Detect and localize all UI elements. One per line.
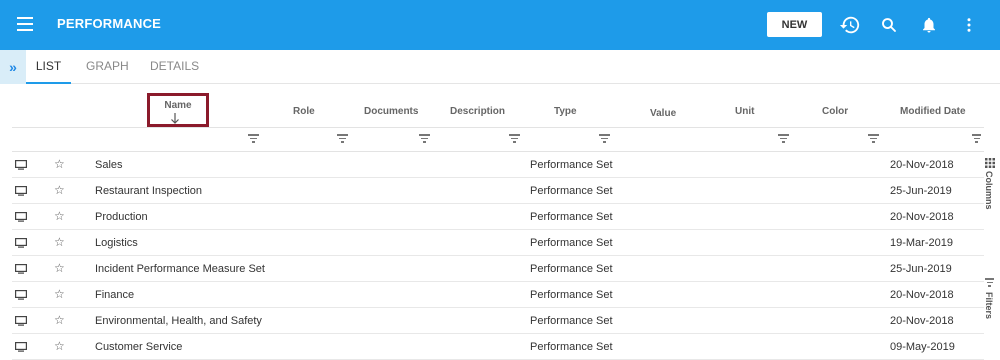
- table-row[interactable]: ☆ Sales Performance Set 20-Nov-2018: [12, 152, 984, 178]
- column-header-type[interactable]: Type: [554, 106, 577, 117]
- filter-icon[interactable]: [868, 134, 879, 144]
- filter-icon[interactable]: [337, 134, 348, 144]
- history-icon[interactable]: [838, 13, 862, 37]
- row-type: Performance Set: [530, 289, 613, 301]
- star-outline-icon[interactable]: ☆: [54, 209, 65, 223]
- monitor-icon[interactable]: [15, 212, 27, 222]
- table-row[interactable]: ☆ Environmental, Health, and Safety Perf…: [12, 308, 984, 334]
- monitor-icon[interactable]: [15, 316, 27, 326]
- row-modified: 20-Nov-2018: [890, 159, 954, 171]
- table-row[interactable]: ☆ Incident Performance Measure Set Perfo…: [12, 256, 984, 282]
- double-chevron-right-icon[interactable]: »: [0, 50, 26, 84]
- column-header-unit[interactable]: Unit: [735, 106, 754, 117]
- row-type: Performance Set: [530, 341, 613, 353]
- monitor-icon[interactable]: [15, 186, 27, 196]
- more-vertical-icon[interactable]: [957, 13, 981, 37]
- row-name[interactable]: Incident Performance Measure Set: [95, 263, 265, 275]
- table-row[interactable]: ☆ Production Performance Set 20-Nov-2018: [12, 204, 984, 230]
- monitor-icon[interactable]: [15, 264, 27, 274]
- filter-icon[interactable]: [778, 134, 789, 144]
- row-name[interactable]: Customer Service: [95, 341, 182, 353]
- filter-icon[interactable]: [248, 134, 259, 144]
- page-title: PERFORMANCE: [57, 16, 162, 31]
- tab-list[interactable]: LIST: [26, 50, 71, 84]
- column-header-modified-date[interactable]: Modified Date: [900, 106, 966, 117]
- grid-icon[interactable]: [985, 158, 995, 168]
- row-name[interactable]: Sales: [95, 159, 123, 171]
- star-outline-icon[interactable]: ☆: [54, 183, 65, 197]
- column-header-value[interactable]: Value: [650, 108, 676, 119]
- columns-panel-toggle[interactable]: Columns: [984, 171, 994, 210]
- monitor-icon[interactable]: [15, 238, 27, 248]
- tab-bar: » LIST GRAPH DETAILS: [0, 50, 1000, 84]
- column-header-name[interactable]: Name: [147, 100, 209, 111]
- row-type: Performance Set: [530, 315, 613, 327]
- row-type: Performance Set: [530, 237, 613, 249]
- row-name[interactable]: Logistics: [95, 237, 138, 249]
- filter-icon[interactable]: [509, 134, 520, 144]
- row-modified: 20-Nov-2018: [890, 211, 954, 223]
- row-modified: 19-Mar-2019: [890, 237, 953, 249]
- monitor-icon[interactable]: [15, 342, 27, 352]
- monitor-icon[interactable]: [15, 160, 27, 170]
- filter-icon[interactable]: [971, 134, 982, 144]
- row-name[interactable]: Finance: [95, 289, 134, 301]
- column-header-description[interactable]: Description: [450, 106, 505, 117]
- search-icon[interactable]: [877, 13, 901, 37]
- filter-icon[interactable]: [599, 134, 610, 144]
- star-outline-icon[interactable]: ☆: [54, 313, 65, 327]
- side-tool-panel: Columns Filters: [982, 152, 1000, 360]
- row-name[interactable]: Production: [95, 211, 148, 223]
- table-row[interactable]: ☆ Restaurant Inspection Performance Set …: [12, 178, 984, 204]
- app-bar: PERFORMANCE NEW: [0, 0, 1000, 50]
- star-outline-icon[interactable]: ☆: [54, 235, 65, 249]
- tab-graph[interactable]: GRAPH: [86, 50, 129, 84]
- row-modified: 20-Nov-2018: [890, 289, 954, 301]
- row-type: Performance Set: [530, 263, 613, 275]
- row-modified: 09-May-2019: [890, 341, 955, 353]
- table-row[interactable]: ☆ Finance Performance Set 20-Nov-2018: [12, 282, 984, 308]
- row-name[interactable]: Environmental, Health, and Safety: [95, 315, 262, 327]
- row-type: Performance Set: [530, 211, 613, 223]
- bell-icon[interactable]: [917, 13, 941, 37]
- filters-panel-toggle[interactable]: Filters: [984, 292, 994, 319]
- monitor-icon[interactable]: [15, 290, 27, 300]
- table-row[interactable]: ☆ Customer Service Performance Set 09-Ma…: [12, 334, 984, 360]
- column-header-documents[interactable]: Documents: [364, 106, 418, 117]
- star-outline-icon[interactable]: ☆: [54, 157, 65, 171]
- filter-icon[interactable]: [419, 134, 430, 144]
- star-outline-icon[interactable]: ☆: [54, 261, 65, 275]
- arrow-down-icon[interactable]: [170, 112, 180, 124]
- column-header-role[interactable]: Role: [293, 106, 315, 117]
- column-header-color[interactable]: Color: [822, 106, 848, 117]
- row-type: Performance Set: [530, 159, 613, 171]
- row-name[interactable]: Restaurant Inspection: [95, 185, 202, 197]
- row-type: Performance Set: [530, 185, 613, 197]
- row-modified: 20-Nov-2018: [890, 315, 954, 327]
- tab-details[interactable]: DETAILS: [150, 50, 199, 84]
- new-button[interactable]: NEW: [767, 12, 822, 37]
- row-modified: 25-Jun-2019: [890, 185, 952, 197]
- hamburger-icon[interactable]: [17, 17, 33, 31]
- star-outline-icon[interactable]: ☆: [54, 287, 65, 301]
- table-row[interactable]: ☆ Logistics Performance Set 19-Mar-2019: [12, 230, 984, 256]
- star-outline-icon[interactable]: ☆: [54, 339, 65, 353]
- header-divider: [12, 127, 984, 128]
- row-modified: 25-Jun-2019: [890, 263, 952, 275]
- filter-icon[interactable]: [985, 278, 994, 288]
